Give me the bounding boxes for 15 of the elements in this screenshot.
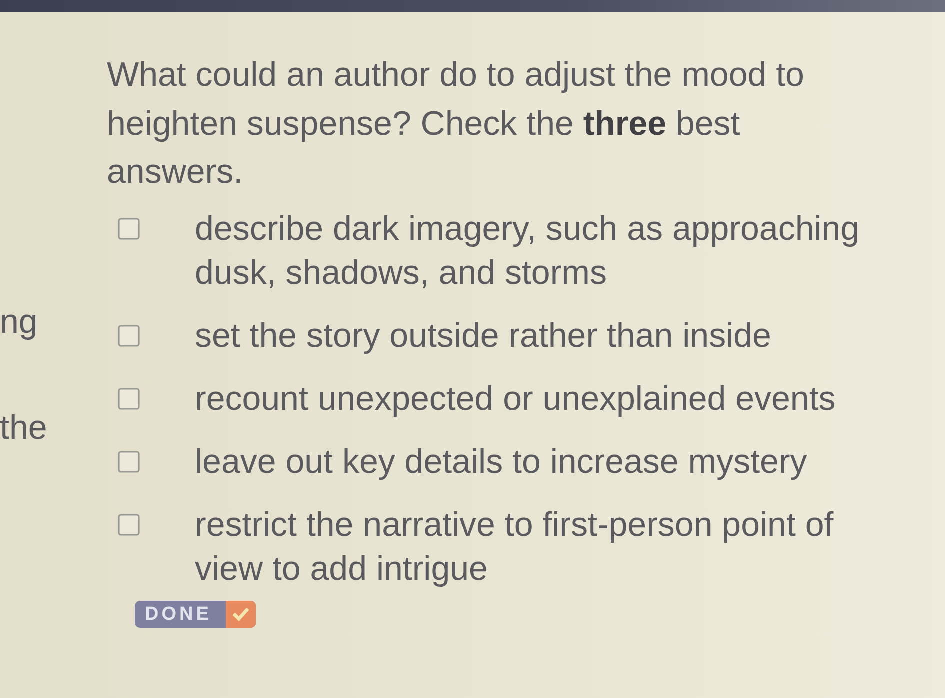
answer-option-text[interactable]: describe dark imagery, such as approaching dusk, shadows, and storms: [195, 206, 910, 294]
answer-option-text[interactable]: set the story outside rather than inside: [195, 314, 910, 358]
checkmark-icon: [226, 600, 256, 628]
question-text: What could an author do to adjust the mood to heighten suspense? Check the three best answers.: [107, 55, 806, 193]
done-button[interactable]: DONE: [135, 600, 256, 628]
checkbox[interactable]: [118, 324, 140, 346]
answer-option-text[interactable]: leave out key details to increase mystery: [195, 440, 910, 484]
passage-text: ng: [0, 302, 39, 343]
checkbox[interactable]: [118, 388, 140, 410]
checkbox[interactable]: [118, 218, 140, 240]
checkbox[interactable]: [118, 450, 140, 472]
checkbox[interactable]: [118, 514, 140, 536]
answer-option-text[interactable]: restrict the narrative to first-person point of view to add intrigue: [195, 502, 910, 590]
passage-text: the: [0, 408, 48, 449]
answer-option-text[interactable]: recount unexpected or unexplained events: [195, 376, 910, 420]
